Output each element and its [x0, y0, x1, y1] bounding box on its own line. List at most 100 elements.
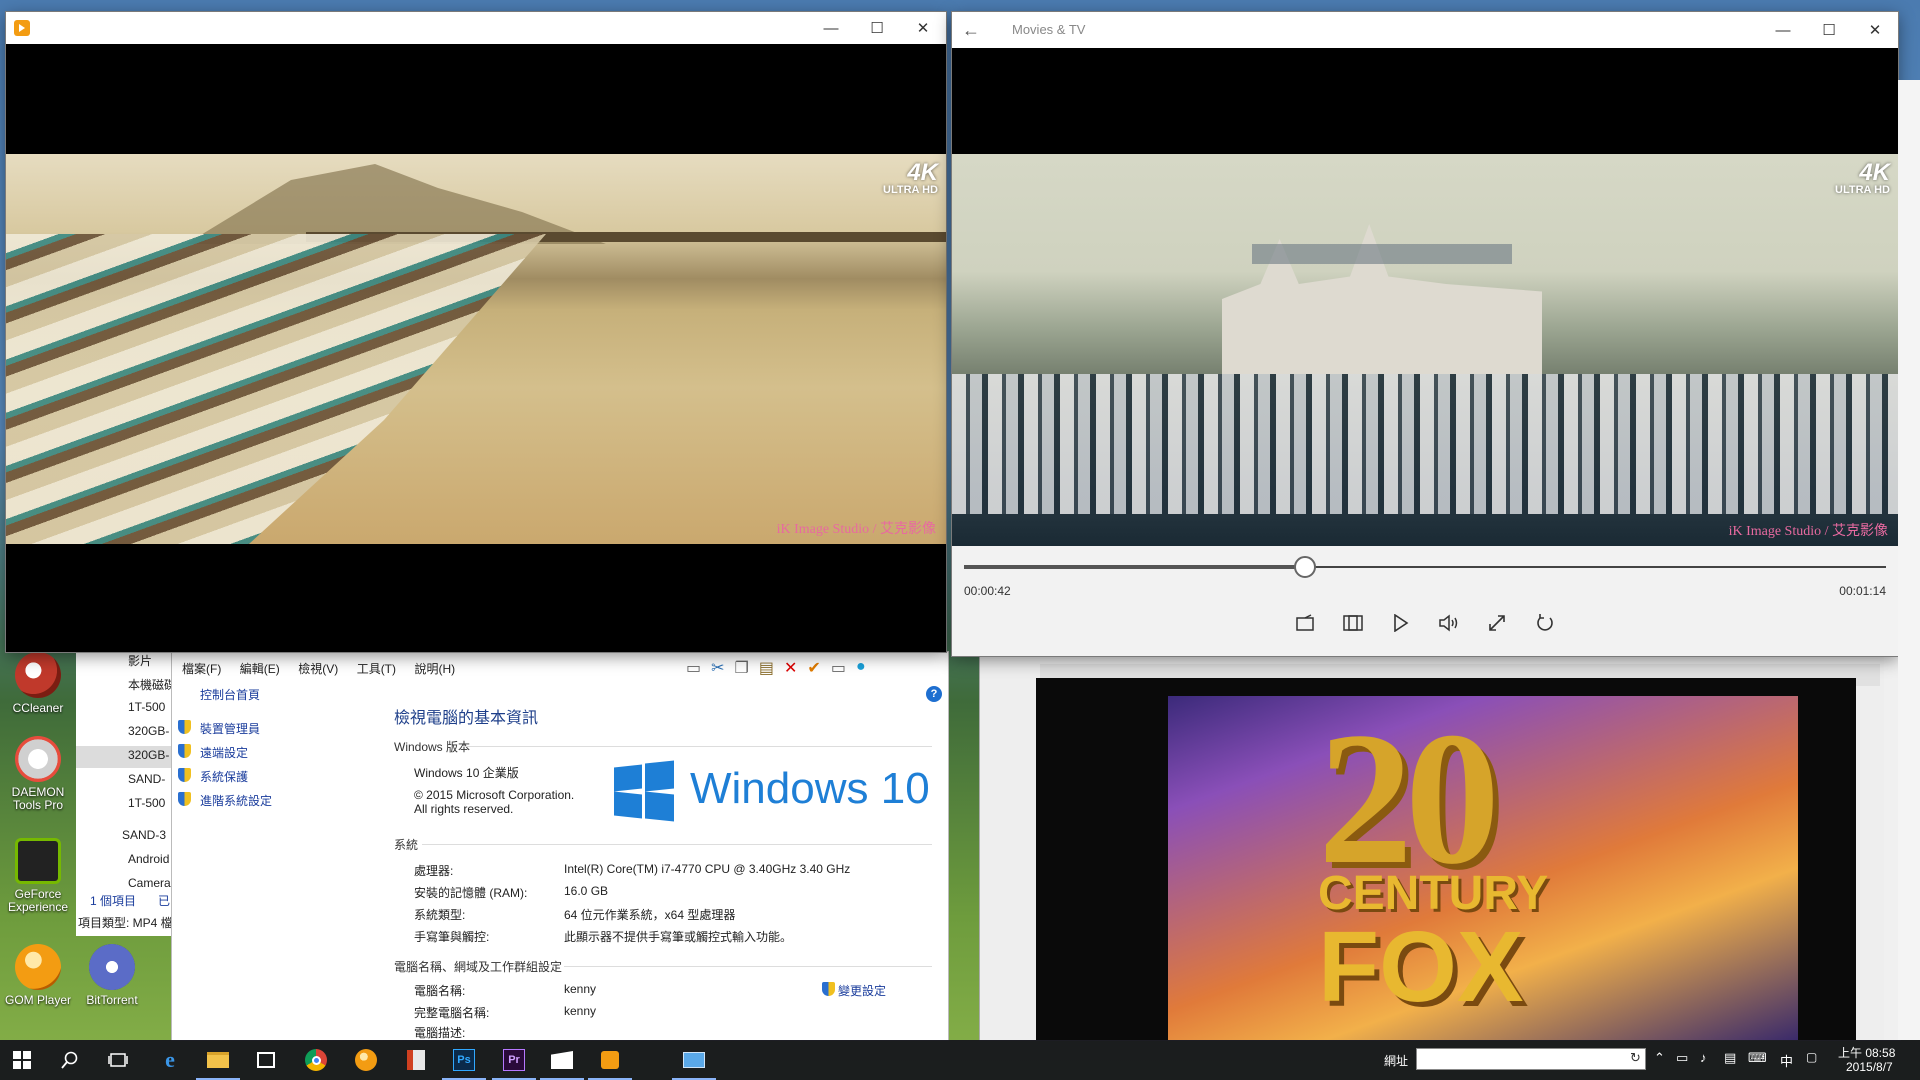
nav-item[interactable]: 320GB- [128, 724, 169, 738]
change-settings-link[interactable]: 變更設定 [838, 982, 886, 999]
cast-icon[interactable] [1292, 610, 1318, 636]
full-computer-name-label: 完整電腦名稱: [414, 1006, 490, 1020]
minimize-button[interactable]: — [1760, 12, 1806, 48]
address-label: 網址 [1384, 1054, 1409, 1068]
check-icon[interactable]: ✔ [807, 658, 820, 678]
nav-item[interactable]: 本機磁碟 [128, 676, 176, 693]
shield-icon [178, 792, 191, 806]
playback-controls: 00:00:42 00:01:14 [952, 546, 1898, 656]
ime-indicator[interactable]: 中 [1780, 1051, 1793, 1070]
link-remote-settings[interactable]: 遠端設定 [200, 744, 248, 761]
system-window-taskbar-icon[interactable] [672, 1046, 716, 1080]
nav-item[interactable]: 影片 [128, 652, 152, 669]
menu-tools[interactable]: 工具(T) [357, 662, 396, 676]
globe-icon[interactable]: ● [856, 658, 866, 678]
menu-view[interactable]: 檢視(V) [298, 662, 338, 676]
bittorrent-icon [89, 944, 135, 990]
app-icon[interactable] [402, 1046, 430, 1074]
store-icon[interactable] [252, 1046, 280, 1074]
start-button[interactable] [8, 1046, 36, 1074]
time-elapsed: 00:00:42 [964, 584, 1011, 598]
movies-tv-taskbar-icon[interactable] [540, 1046, 584, 1080]
nav-item[interactable]: Android [128, 852, 169, 866]
paste-icon[interactable]: ▤ [759, 658, 774, 678]
gom-player-taskbar-icon[interactable] [352, 1046, 380, 1074]
speaker-icon[interactable]: ♪ [1700, 1050, 1707, 1065]
menu-bar: 檔案(F) 編輯(E) 檢視(V) 工具(T) 說明(H) [182, 660, 469, 678]
title-bar: ← Movies & TV — ☐ ✕ [952, 12, 1898, 48]
aspect-ratio-icon[interactable] [1340, 610, 1366, 636]
pane-icon[interactable]: ▭ [686, 658, 701, 678]
nav-item[interactable]: SAND- [128, 772, 165, 786]
explorer-nav-pane: 影片 本機磁碟 1T-500 320GB- 320GB- SAND- 1T-50… [76, 648, 186, 908]
desktop-icon-gom-player[interactable]: GOM Player [2, 944, 74, 1007]
cut-icon[interactable]: ✂ [711, 658, 724, 678]
desktop-icon-ccleaner[interactable]: CCleaner [2, 652, 74, 715]
premiere-icon[interactable]: Pr [492, 1046, 536, 1080]
video-frame-harbor: 4K ULTRA HD iK Image Studio / 艾克影像 [952, 154, 1898, 546]
keyboard-icon[interactable]: ⌨ [1748, 1050, 1767, 1066]
chrome-icon[interactable] [302, 1046, 330, 1074]
repeat-icon[interactable] [1532, 610, 1558, 636]
file-explorer-icon[interactable] [196, 1046, 240, 1080]
windows-edition-value: Windows 10 企業版 [414, 766, 519, 780]
copy-icon[interactable]: ❐ [735, 658, 749, 678]
search-icon[interactable] [56, 1046, 84, 1074]
nav-item[interactable]: 1T-500 [128, 796, 165, 810]
desktop-icon-label: BitTorrent [86, 993, 138, 1007]
desktop-icon-geforce[interactable]: GeForce Experience [2, 838, 74, 914]
photoshop-icon[interactable]: Ps [442, 1046, 486, 1080]
close-button[interactable]: ✕ [900, 12, 946, 44]
video-player-taskbar-icon[interactable] [588, 1046, 632, 1080]
back-arrow-icon[interactable]: ← [962, 20, 980, 41]
help-icon[interactable]: ? [926, 686, 942, 702]
task-view-icon[interactable] [104, 1046, 132, 1074]
ime-mode-icon[interactable]: ▢ [1806, 1050, 1817, 1064]
refresh-icon[interactable]: ↻ [1630, 1050, 1641, 1066]
link-advanced-settings[interactable]: 進階系統設定 [200, 792, 272, 809]
computer-name-label: 電腦名稱: [414, 984, 466, 998]
maximize-button[interactable]: ☐ [854, 12, 900, 44]
nav-item[interactable]: 320GB- [128, 748, 169, 762]
menu-file[interactable]: 檔案(F) [182, 662, 221, 676]
menu-edit[interactable]: 編輯(E) [240, 662, 280, 676]
close-button[interactable]: ✕ [1852, 12, 1898, 48]
link-device-manager[interactable]: 裝置管理員 [200, 720, 260, 737]
player-app-icon [14, 20, 30, 36]
windows-logo-text: Windows 10 [690, 764, 930, 813]
network-icon[interactable]: ▭ [1676, 1050, 1688, 1066]
nav-item[interactable]: Camera [128, 876, 171, 890]
play-icon[interactable] [1388, 610, 1414, 636]
fullscreen-icon[interactable] [1484, 610, 1510, 636]
minimize-button[interactable]: — [808, 12, 854, 44]
menu-help[interactable]: 說明(H) [414, 662, 455, 676]
clock-date[interactable]: 2015/8/7 [1846, 1060, 1893, 1074]
clock-time[interactable]: 上午 08:58 [1838, 1044, 1895, 1061]
watermark: iK Image Studio / 艾克影像 [1728, 524, 1888, 539]
properties-icon[interactable]: ▭ [831, 658, 846, 678]
seek-bar-thumb[interactable] [1294, 556, 1317, 578]
address-input[interactable] [1416, 1048, 1646, 1070]
section-divider [564, 966, 932, 967]
tray-chevron-icon[interactable]: ⌃ [1654, 1050, 1665, 1066]
computer-description-label: 電腦描述: [414, 1026, 466, 1040]
windows-logo [614, 760, 674, 822]
notification-icon[interactable]: ▤ [1724, 1050, 1736, 1066]
nav-item[interactable]: SAND-3 [122, 828, 166, 842]
desktop-icon-daemon-tools[interactable]: DAEMON Tools Pro [2, 736, 74, 812]
ram-value: 16.0 GB [564, 884, 609, 898]
maximize-button[interactable]: ☐ [1806, 12, 1852, 48]
edge-browser-icon[interactable]: e [156, 1046, 184, 1074]
section-computer-name: 電腦名稱、網域及工作群組設定 [394, 960, 563, 974]
pen-touch-label: 手寫筆與觸控: [414, 930, 490, 944]
link-control-panel-home[interactable]: 控制台首頁 [200, 686, 260, 703]
full-computer-name-value: kenny [564, 1004, 597, 1018]
section-system: 系統 [394, 838, 419, 852]
volume-icon[interactable] [1436, 610, 1462, 636]
ccleaner-icon [15, 652, 61, 698]
link-system-protection[interactable]: 系統保護 [200, 768, 248, 785]
explorer-status-type: 項目類型: MP4 檔 [78, 916, 173, 930]
nav-item[interactable]: 1T-500 [128, 700, 165, 714]
delete-icon[interactable]: ✕ [784, 658, 797, 678]
desktop-icon-bittorrent[interactable]: BitTorrent [76, 944, 148, 1007]
